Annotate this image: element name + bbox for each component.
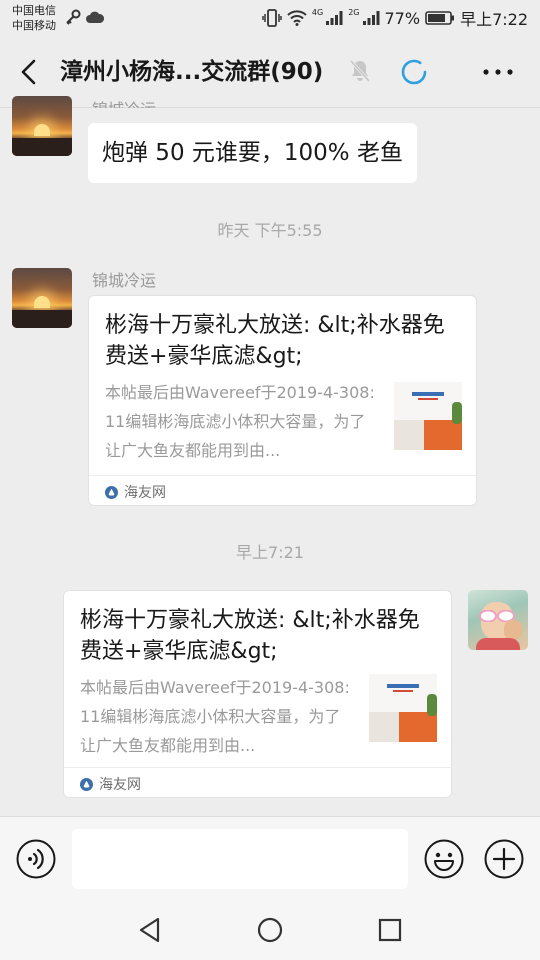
link-card[interactable]: 彬海十万豪礼大放送: &lt;补水器免费送+豪华底滤&gt; 本帖最后由Wave… (63, 590, 452, 798)
card-description: 本帖最后由Wavereef于2019-4-308:11编辑彬海底滤小体积大容量，… (105, 383, 375, 460)
source-logo-icon (80, 777, 93, 791)
card-source-label: 海友网 (99, 777, 141, 793)
signal-icon-2 (362, 11, 379, 25)
back-icon[interactable] (14, 56, 44, 88)
nav-home-icon[interactable] (256, 916, 284, 944)
card-title: 彬海十万豪礼大放送: &lt;补水器免费送+豪华底滤&gt; (105, 313, 445, 369)
input-bar (0, 816, 540, 900)
card-source: 海友网 (80, 774, 141, 794)
network-type-1: 4G (311, 8, 324, 17)
status-bar: 中国电信 中国移动 4G 2G 77% 早上7:22 (0, 0, 540, 36)
plus-icon[interactable] (484, 839, 524, 879)
battery-icon (425, 11, 455, 25)
loading-icon (401, 59, 427, 85)
wifi-icon (287, 10, 307, 26)
source-logo-icon (105, 485, 118, 499)
text-message[interactable]: 炮弹 50 元谁要，100% 老鱼 (88, 123, 417, 183)
card-thumbnail (369, 674, 437, 742)
sender-name: 锦城冷运 (92, 100, 156, 108)
message-timestamp: 昨天 下午5:55 (217, 221, 323, 240)
emoji-icon[interactable] (424, 839, 464, 879)
carrier-2: 中国移动 (12, 19, 56, 32)
carrier-1: 中国电信 (12, 4, 56, 17)
mute-icon (349, 59, 371, 83)
sender-name: 锦城冷运 (92, 271, 157, 290)
clock: 早上7:22 (460, 10, 528, 29)
sender-avatar[interactable] (12, 268, 72, 328)
chat-title: 漳州小杨海...交流群(90) (60, 59, 324, 85)
card-description: 本帖最后由Wavereef于2019-4-308:11编辑彬海底滤小体积大容量，… (80, 678, 350, 755)
voice-icon[interactable] (16, 839, 56, 879)
key-icon (66, 9, 81, 25)
card-source-label: 海友网 (124, 485, 166, 501)
card-source: 海友网 (105, 482, 166, 502)
network-type-2: 2G (348, 8, 360, 17)
my-avatar[interactable] (468, 590, 528, 650)
chat-header: 漳州小杨海...交流群(90) (0, 36, 540, 108)
card-thumbnail (394, 382, 462, 450)
nav-recent-icon[interactable] (377, 917, 403, 943)
card-title: 彬海十万豪礼大放送: &lt;补水器免费送+豪华底滤&gt; (80, 608, 420, 664)
nav-back-icon[interactable] (136, 916, 164, 944)
carrier-info: 中国电信 中国移动 (12, 3, 56, 33)
system-navigation-bar (0, 900, 540, 960)
more-icon[interactable] (480, 60, 516, 84)
cloud-icon (86, 11, 104, 23)
message-input[interactable] (72, 829, 408, 889)
link-card[interactable]: 彬海十万豪礼大放送: &lt;补水器免费送+豪华底滤&gt; 本帖最后由Wave… (88, 295, 477, 506)
battery-percent: 77% (384, 8, 421, 28)
signal-icon-1 (326, 11, 343, 25)
sender-avatar[interactable] (12, 96, 72, 156)
vibrate-icon (262, 9, 282, 27)
message-timestamp: 早上7:21 (236, 543, 304, 562)
